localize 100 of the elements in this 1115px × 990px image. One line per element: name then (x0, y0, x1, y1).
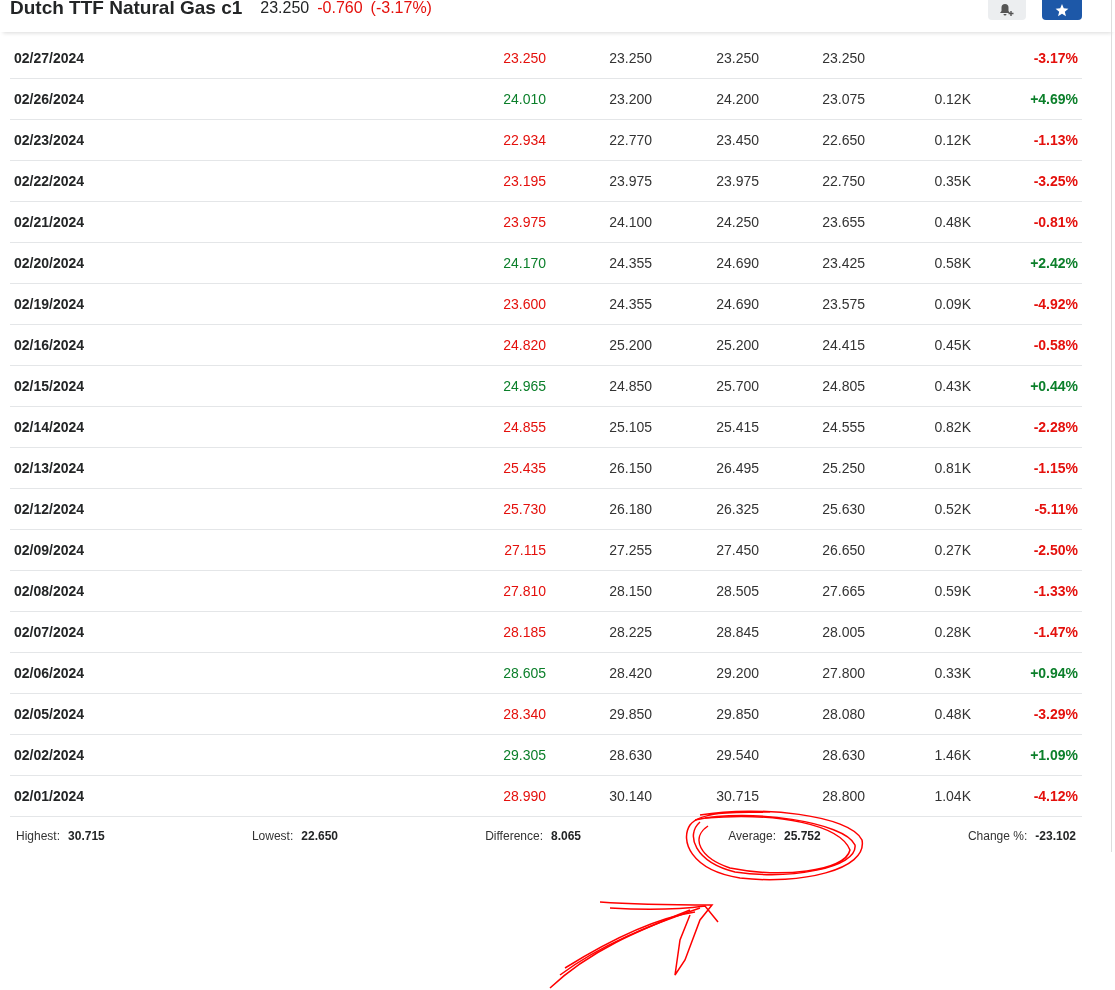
change-cell-text: -3.29% (1032, 706, 1078, 722)
high-cell-text: 29.200 (715, 665, 759, 681)
low-cell-text: 24.555 (821, 419, 865, 435)
volume-cell-text: 0.27K (933, 542, 971, 558)
price-cell-text: 28.185 (502, 624, 546, 640)
change-cell-text: -4.92% (1032, 296, 1078, 312)
date-cell-text: 02/06/2024 (13, 665, 86, 681)
change-cell-text: +1.09% (1029, 747, 1078, 763)
volume-cell-text: 0.59K (933, 583, 971, 599)
low-cell-text: 24.415 (821, 337, 865, 353)
low-cell-text: 25.250 (821, 460, 865, 476)
high-cell-text: 29.850 (715, 706, 759, 722)
alert-button[interactable] (988, 0, 1026, 20)
low-cell-text: 23.575 (821, 296, 865, 312)
summary-value: -23.102 (1035, 829, 1076, 843)
date-cell-text: 02/19/2024 (13, 296, 86, 312)
date-cell-text: 02/01/2024 (13, 788, 86, 804)
high-cell-text: 23.250 (715, 50, 759, 66)
high-cell-text: 28.845 (715, 624, 759, 640)
open-cell-text: 24.355 (608, 296, 652, 312)
high-cell-text: 28.505 (715, 583, 759, 599)
low-cell-text: 28.080 (821, 706, 865, 722)
volume-cell-text: 0.09K (933, 296, 971, 312)
date-cell-text: 02/13/2024 (13, 460, 86, 476)
open-cell-text: 28.150 (608, 583, 652, 599)
price-cell-text: 28.340 (502, 706, 546, 722)
open-cell-text: 28.225 (608, 624, 652, 640)
price-cell-text: 23.250 (502, 50, 546, 66)
date-cell-text: 02/22/2024 (13, 173, 86, 189)
star-icon (1055, 3, 1069, 17)
summary-label: Average: (728, 829, 776, 843)
open-cell-text: 29.850 (608, 706, 652, 722)
high-cell-text: 29.540 (715, 747, 759, 763)
open-cell-text: 27.255 (608, 542, 652, 558)
date-cell-text: 02/16/2024 (13, 337, 86, 353)
date-cell-text: 02/14/2024 (13, 419, 86, 435)
open-cell-text: 26.180 (608, 501, 652, 517)
price-cell-text: 23.195 (502, 173, 546, 189)
high-cell-text: 25.700 (715, 378, 759, 394)
open-cell-text: 24.100 (608, 214, 652, 230)
volume-cell-text: 0.52K (933, 501, 971, 517)
date-cell-text: 02/15/2024 (13, 378, 86, 394)
price-cell-text: 28.605 (502, 665, 546, 681)
price-cell-text: 24.965 (502, 378, 546, 394)
high-cell-text: 24.200 (715, 91, 759, 107)
date-cell-text: 02/21/2024 (13, 214, 86, 230)
open-cell-text: 25.105 (608, 419, 652, 435)
summary-value: 25.752 (784, 829, 821, 843)
date-cell-text: 02/07/2024 (13, 624, 86, 640)
instrument-title: Dutch TTF Natural Gas c1 (10, 0, 243, 16)
low-cell-text: 23.655 (821, 214, 865, 230)
open-cell-text: 28.630 (608, 747, 652, 763)
volume-cell-text: 0.43K (933, 378, 971, 394)
open-cell-text: 28.420 (608, 665, 652, 681)
date-cell-text: 02/08/2024 (13, 583, 86, 599)
price-cell-text: 23.600 (502, 296, 546, 312)
price-cell-text: 23.975 (502, 214, 546, 230)
change-cell-text: -3.25% (1032, 173, 1078, 189)
high-cell-text: 23.450 (715, 132, 759, 148)
change-cell-text: +0.44% (1029, 378, 1078, 394)
watchlist-button[interactable] (1042, 0, 1082, 20)
low-cell-text: 28.800 (821, 788, 865, 804)
change-cell-text: -1.33% (1032, 583, 1078, 599)
summary-label: Highest: (16, 829, 61, 843)
price-cell-text: 25.435 (502, 460, 546, 476)
low-cell-text: 23.075 (821, 91, 865, 107)
low-cell-text: 22.750 (821, 173, 865, 189)
change-cell-text: -0.81% (1032, 214, 1078, 230)
low-cell-text: 27.800 (821, 665, 865, 681)
date-cell-text: 02/12/2024 (13, 501, 86, 517)
open-cell-text: 24.850 (608, 378, 652, 394)
price-cell-text: 27.115 (503, 542, 546, 558)
summary-label: Difference: (485, 829, 543, 843)
bell-plus-icon (999, 3, 1015, 17)
change-cell-text: -3.17% (1032, 50, 1078, 66)
open-cell-text: 23.200 (608, 91, 652, 107)
open-cell-text: 22.770 (608, 132, 652, 148)
volume-cell-text: 0.58K (933, 255, 971, 271)
change-cell-text: -1.15% (1032, 460, 1078, 476)
high-cell-text: 26.325 (715, 501, 759, 517)
volume-cell-text: 0.12K (933, 132, 971, 148)
change-cell-text: -5.11% (1033, 501, 1078, 517)
price-cell-text: 27.810 (502, 583, 546, 599)
price-cell-text: 28.990 (502, 788, 546, 804)
summary-value: 30.715 (68, 829, 105, 843)
low-cell-text: 26.650 (821, 542, 865, 558)
volume-cell-text: 1.04K (933, 788, 971, 804)
percent-change: (-3.17%) (370, 0, 432, 16)
low-cell-text: 23.425 (821, 255, 865, 271)
volume-cell-text: 0.81K (933, 460, 971, 476)
low-cell-text: 24.805 (821, 378, 865, 394)
summary-label: Change %: (967, 829, 1028, 843)
low-cell-text: 28.630 (821, 747, 865, 763)
change-cell-text: -2.28% (1032, 419, 1078, 435)
date-cell-text: 02/02/2024 (13, 747, 86, 763)
high-cell-text: 23.975 (715, 173, 759, 189)
price-cell-text: 24.170 (502, 255, 546, 271)
low-cell-text: 25.630 (821, 501, 865, 517)
price-cell-text: 22.934 (502, 132, 546, 148)
high-cell-text: 24.690 (715, 255, 759, 271)
